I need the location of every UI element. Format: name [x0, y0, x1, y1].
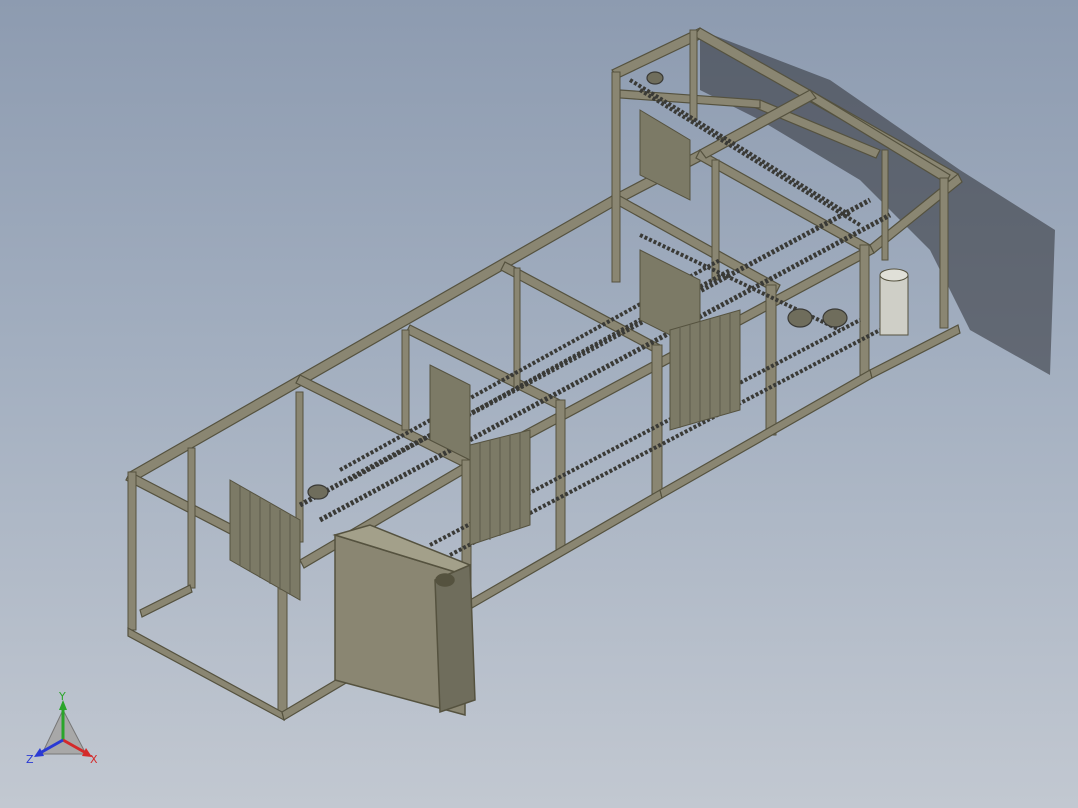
graphics-viewport[interactable]: Y X Z [0, 0, 1078, 808]
drive-motor [879, 268, 909, 336]
slat-panels [229, 109, 741, 601]
model-shadow [700, 30, 1055, 375]
assembly-model[interactable] [0, 0, 1078, 808]
y-axis-label: Y [58, 690, 66, 703]
coordinate-triad-icon[interactable]: Y X Z [20, 690, 110, 770]
x-axis-label: X [90, 753, 98, 766]
z-axis-label: Z [26, 753, 34, 766]
front-door-panel [332, 524, 476, 716]
